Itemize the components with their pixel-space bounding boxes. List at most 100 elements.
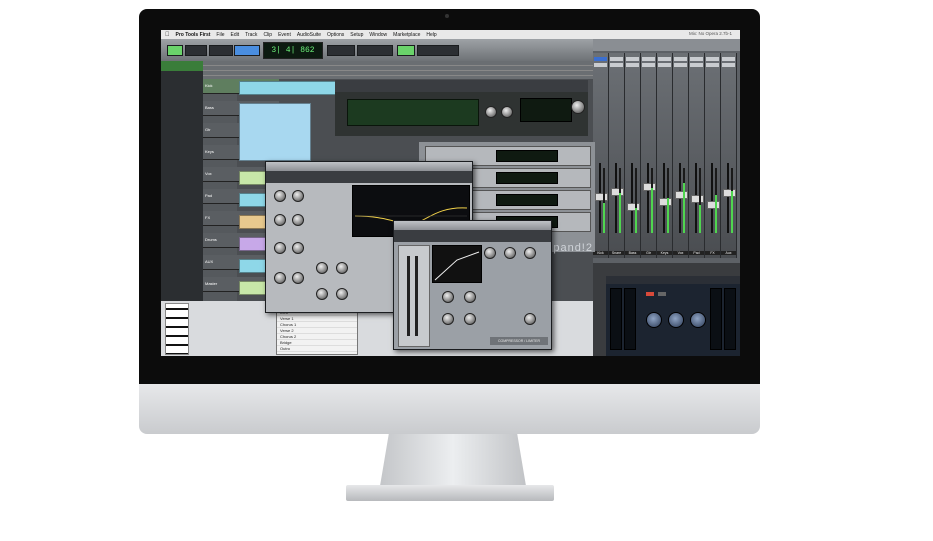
meter-fill — [683, 183, 685, 233]
tempo-button[interactable] — [417, 45, 459, 56]
eq-knob[interactable] — [274, 214, 286, 226]
insert-slot[interactable] — [594, 57, 607, 61]
compressor-graph[interactable] — [432, 245, 482, 283]
dial-knob[interactable] — [646, 312, 662, 328]
eq-knob[interactable] — [336, 288, 348, 300]
insert-slot[interactable] — [722, 63, 735, 67]
insert-slot[interactable] — [626, 63, 639, 67]
toggle-button[interactable] — [646, 292, 654, 296]
eq-knob[interactable] — [274, 190, 286, 202]
compressor-knob[interactable] — [464, 291, 476, 303]
menu-track[interactable]: Track — [245, 32, 257, 38]
insert-slot[interactable] — [706, 57, 719, 61]
track-name: FX — [205, 215, 211, 220]
insert-slot[interactable] — [722, 57, 735, 61]
zoom-button[interactable] — [185, 45, 207, 56]
ruler-markers — [203, 70, 593, 71]
volume-knob[interactable] — [571, 100, 585, 114]
fader[interactable] — [627, 203, 640, 211]
menu-edit[interactable]: Edit — [230, 32, 239, 38]
compressor-logo: COMPRESSOR / LIMITER — [490, 337, 548, 345]
midi-clip[interactable] — [239, 103, 311, 161]
track-name: Keys — [205, 149, 214, 154]
play-button[interactable] — [397, 45, 415, 56]
eq-knob[interactable] — [316, 262, 328, 274]
audio-clip[interactable] — [239, 81, 341, 95]
compressor-knob[interactable] — [524, 313, 536, 325]
eq-knob[interactable] — [292, 242, 304, 254]
mixer-strip[interactable]: Kick — [593, 53, 609, 258]
insert-slot[interactable] — [690, 57, 703, 61]
piano-keyboard[interactable] — [165, 303, 189, 355]
compressor-knob[interactable] — [464, 313, 476, 325]
mixer-strip[interactable]: Bass — [625, 53, 641, 258]
edit-tool-button[interactable] — [209, 45, 233, 56]
insert-slot[interactable] — [642, 57, 655, 61]
menu-options[interactable]: Options — [327, 32, 344, 38]
eq-knob[interactable] — [292, 190, 304, 202]
parameter-knob[interactable] — [501, 106, 513, 118]
eq-knob[interactable] — [292, 214, 304, 226]
menu-help[interactable]: Help — [426, 32, 436, 38]
menu-event[interactable]: Event — [278, 32, 291, 38]
insert-slot[interactable] — [706, 63, 719, 67]
nudge-button[interactable] — [357, 45, 393, 56]
mixer-strip[interactable]: FX — [705, 53, 721, 258]
compressor-knob[interactable] — [442, 313, 454, 325]
mixer-strip[interactable]: Keys — [657, 53, 673, 258]
menu-window[interactable]: Window — [369, 32, 387, 38]
insert-slot[interactable] — [690, 63, 703, 67]
parameter-knob[interactable] — [485, 106, 497, 118]
plugin-header — [606, 276, 740, 284]
eq-knob[interactable] — [274, 272, 286, 284]
apple-icon[interactable]:  — [165, 32, 170, 38]
fader[interactable] — [691, 195, 704, 203]
compressor-knob[interactable] — [524, 247, 536, 259]
insert-slot[interactable] — [594, 63, 607, 67]
plugin-header — [394, 230, 551, 242]
menu-audiosuite[interactable]: AudioSuite — [297, 32, 321, 38]
mixer-strip[interactable]: Vox — [673, 53, 689, 258]
insert-slot[interactable] — [610, 57, 623, 61]
fader[interactable] — [675, 191, 688, 199]
mixer-strip[interactable]: Gtr — [641, 53, 657, 258]
mixer-strip[interactable]: Aux — [721, 53, 737, 258]
menu-app[interactable]: Pro Tools First — [176, 32, 211, 38]
eq-knob[interactable] — [274, 242, 286, 254]
insert-slot[interactable] — [626, 57, 639, 61]
compressor-knob[interactable] — [484, 247, 496, 259]
insert-slot[interactable] — [674, 63, 687, 67]
menu-marketplace[interactable]: Marketplace — [393, 32, 420, 38]
compressor-knob[interactable] — [442, 291, 454, 303]
toggle-button[interactable] — [658, 292, 666, 296]
plugin-title-bar[interactable] — [394, 221, 551, 230]
meter-fill — [603, 203, 605, 233]
mixer-strip[interactable]: Pad — [689, 53, 705, 258]
fader[interactable] — [707, 201, 720, 209]
dial-knob[interactable] — [690, 312, 706, 328]
eq-knob[interactable] — [292, 272, 304, 284]
mode-button[interactable] — [167, 45, 183, 56]
memory-row[interactable]: Outro — [277, 346, 357, 352]
insert-slot[interactable] — [642, 63, 655, 67]
compressor-knob[interactable] — [504, 247, 516, 259]
fader[interactable] — [595, 193, 608, 201]
eq-knob[interactable] — [336, 262, 348, 274]
insert-slot[interactable] — [674, 57, 687, 61]
menu-clip[interactable]: Clip — [263, 32, 272, 38]
fader[interactable] — [611, 188, 624, 196]
grid-button[interactable] — [327, 45, 355, 56]
menu-file[interactable]: File — [216, 32, 224, 38]
transport-button[interactable] — [234, 45, 260, 56]
plugin-title-bar[interactable] — [266, 162, 472, 171]
mixer-strip[interactable]: Snare — [609, 53, 625, 258]
fader[interactable] — [643, 183, 656, 191]
dial-knob[interactable] — [668, 312, 684, 328]
insert-slot[interactable] — [658, 63, 671, 67]
insert-slot[interactable] — [658, 57, 671, 61]
fader[interactable] — [659, 198, 672, 206]
fader[interactable] — [723, 189, 736, 197]
eq-knob[interactable] — [316, 288, 328, 300]
menu-setup[interactable]: Setup — [350, 32, 363, 38]
insert-slot[interactable] — [610, 63, 623, 67]
